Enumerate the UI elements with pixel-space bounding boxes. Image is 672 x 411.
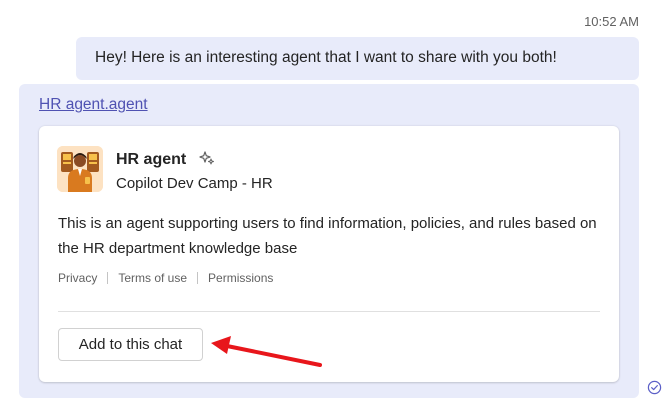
add-to-chat-button[interactable]: Add to this chat [58, 328, 203, 361]
red-arrow-icon [211, 336, 322, 367]
sent-message-bubble: Hey! Here is an interesting agent that I… [76, 37, 639, 80]
privacy-link[interactable]: Privacy [58, 271, 97, 285]
sent-message-text: Hey! Here is an interesting agent that I… [95, 49, 557, 66]
permissions-link[interactable]: Permissions [208, 271, 273, 285]
link-separator [107, 272, 109, 284]
agent-name: HR agent [116, 151, 187, 168]
link-separator [197, 272, 199, 284]
agent-links-row: Privacy Terms of use Permissions [58, 271, 273, 285]
message-timestamp: 10:52 AM [584, 14, 639, 29]
received-message-bubble: HR agent.agent HR agent Copilot Dev Camp… [19, 84, 639, 398]
agent-card: HR agent Copilot Dev Camp - HR This is a… [39, 126, 619, 382]
agent-avatar-icon [57, 146, 103, 192]
read-receipt-icon [647, 380, 662, 395]
agent-file-link[interactable]: HR agent.agent [39, 96, 148, 114]
agent-publisher: Copilot Dev Camp - HR [116, 175, 273, 192]
terms-of-use-link[interactable]: Terms of use [118, 271, 187, 285]
card-divider [58, 311, 600, 312]
agent-description: This is an agent supporting users to fin… [58, 215, 597, 257]
sparkle-icon [199, 151, 214, 165]
